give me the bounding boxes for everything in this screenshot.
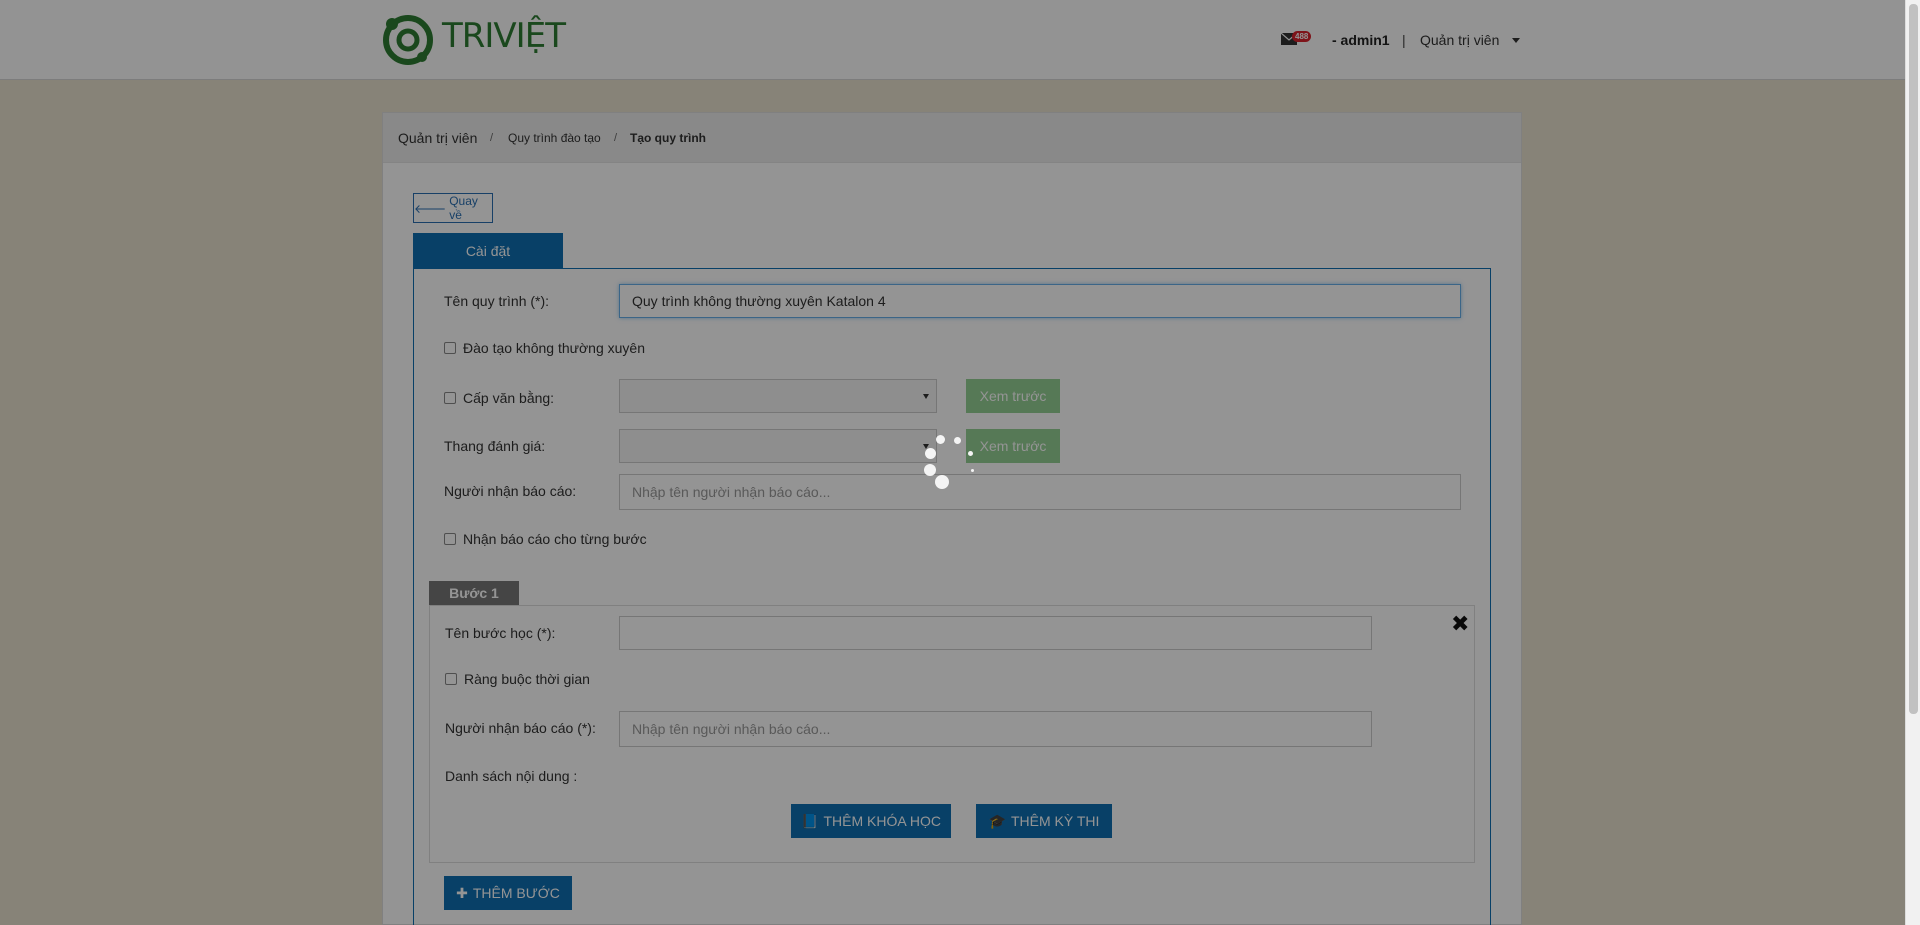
spinner-icon — [918, 432, 978, 492]
spinner-dot — [935, 475, 949, 489]
spinner-dot — [971, 469, 974, 472]
spinner-dot — [968, 451, 973, 456]
spinner-dot — [936, 435, 945, 444]
scrollbar-thumb[interactable] — [1909, 4, 1918, 714]
spinner-dot — [954, 437, 961, 444]
spinner-dot — [924, 464, 936, 476]
page-scrollbar[interactable] — [1905, 0, 1920, 925]
loading-overlay — [0, 0, 1905, 925]
spinner-dot — [925, 448, 936, 459]
